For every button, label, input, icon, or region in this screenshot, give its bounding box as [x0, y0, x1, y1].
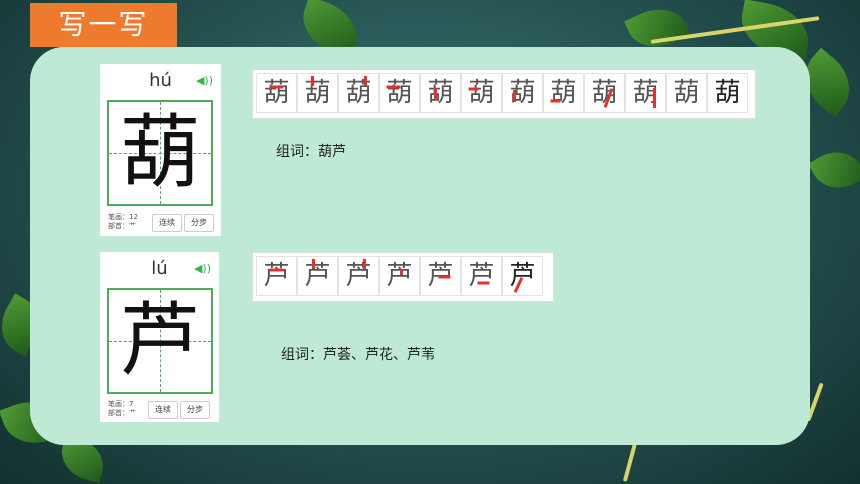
character-grid: 葫	[107, 100, 213, 206]
radical-label: 部首：艹	[108, 409, 136, 417]
background-vine	[622, 442, 638, 482]
stroke-step: 葫	[297, 73, 338, 113]
stroke-step: 芦	[502, 256, 543, 296]
character-grid: 芦	[107, 288, 213, 394]
stroke-step: 芦	[338, 256, 379, 296]
stroke-step: 葫	[625, 73, 666, 113]
stroke-step: 葫	[256, 73, 297, 113]
speaker-icon[interactable]: ◀))	[196, 74, 213, 87]
stroke-step: 葫	[379, 73, 420, 113]
stroke-count: 笔画：7	[108, 400, 134, 408]
speaker-icon[interactable]: ◀))	[194, 262, 211, 275]
stroke-step: 芦	[420, 256, 461, 296]
stroke-step: 葫	[338, 73, 379, 113]
step-button[interactable]: 分步	[180, 401, 210, 419]
stroke-step: 葫	[543, 73, 584, 113]
character-card-lu: lú ◀)) 芦 笔画：7 部首：艹 连续 分步	[100, 252, 219, 422]
radical-label: 部首：艹	[108, 222, 136, 230]
stroke-order-strip: 葫 葫 葫 葫 葫 葫 葫 葫 葫 葫 葫 葫	[252, 69, 756, 119]
section-title: 写一写	[30, 3, 177, 47]
stroke-step: 葫	[420, 73, 461, 113]
stroke-step: 芦	[379, 256, 420, 296]
continuous-button[interactable]: 连续	[152, 214, 182, 232]
stroke-step: 葫	[707, 73, 748, 113]
character-glyph: 芦	[120, 294, 200, 387]
stroke-step: 葫	[584, 73, 625, 113]
character-card-hu: hú ◀)) 葫 笔画：12 部首：艹 连续 分步	[100, 64, 221, 236]
stroke-count: 笔画：12	[108, 213, 138, 221]
step-button[interactable]: 分步	[184, 214, 214, 232]
stroke-step: 芦	[461, 256, 502, 296]
continuous-button[interactable]: 连续	[148, 401, 178, 419]
stroke-step: 芦	[256, 256, 297, 296]
stroke-order-strip: 芦 芦 芦 芦 芦 芦 芦	[252, 252, 554, 302]
word-examples: 组词：芦荟、芦花、芦苇	[281, 347, 435, 363]
stroke-step: 葫	[461, 73, 502, 113]
stroke-step: 葫	[502, 73, 543, 113]
stroke-step: 葫	[666, 73, 707, 113]
word-examples: 组词：葫芦	[276, 144, 346, 160]
stroke-step: 芦	[297, 256, 338, 296]
background-leaf	[808, 141, 860, 199]
character-glyph: 葫	[120, 106, 200, 199]
